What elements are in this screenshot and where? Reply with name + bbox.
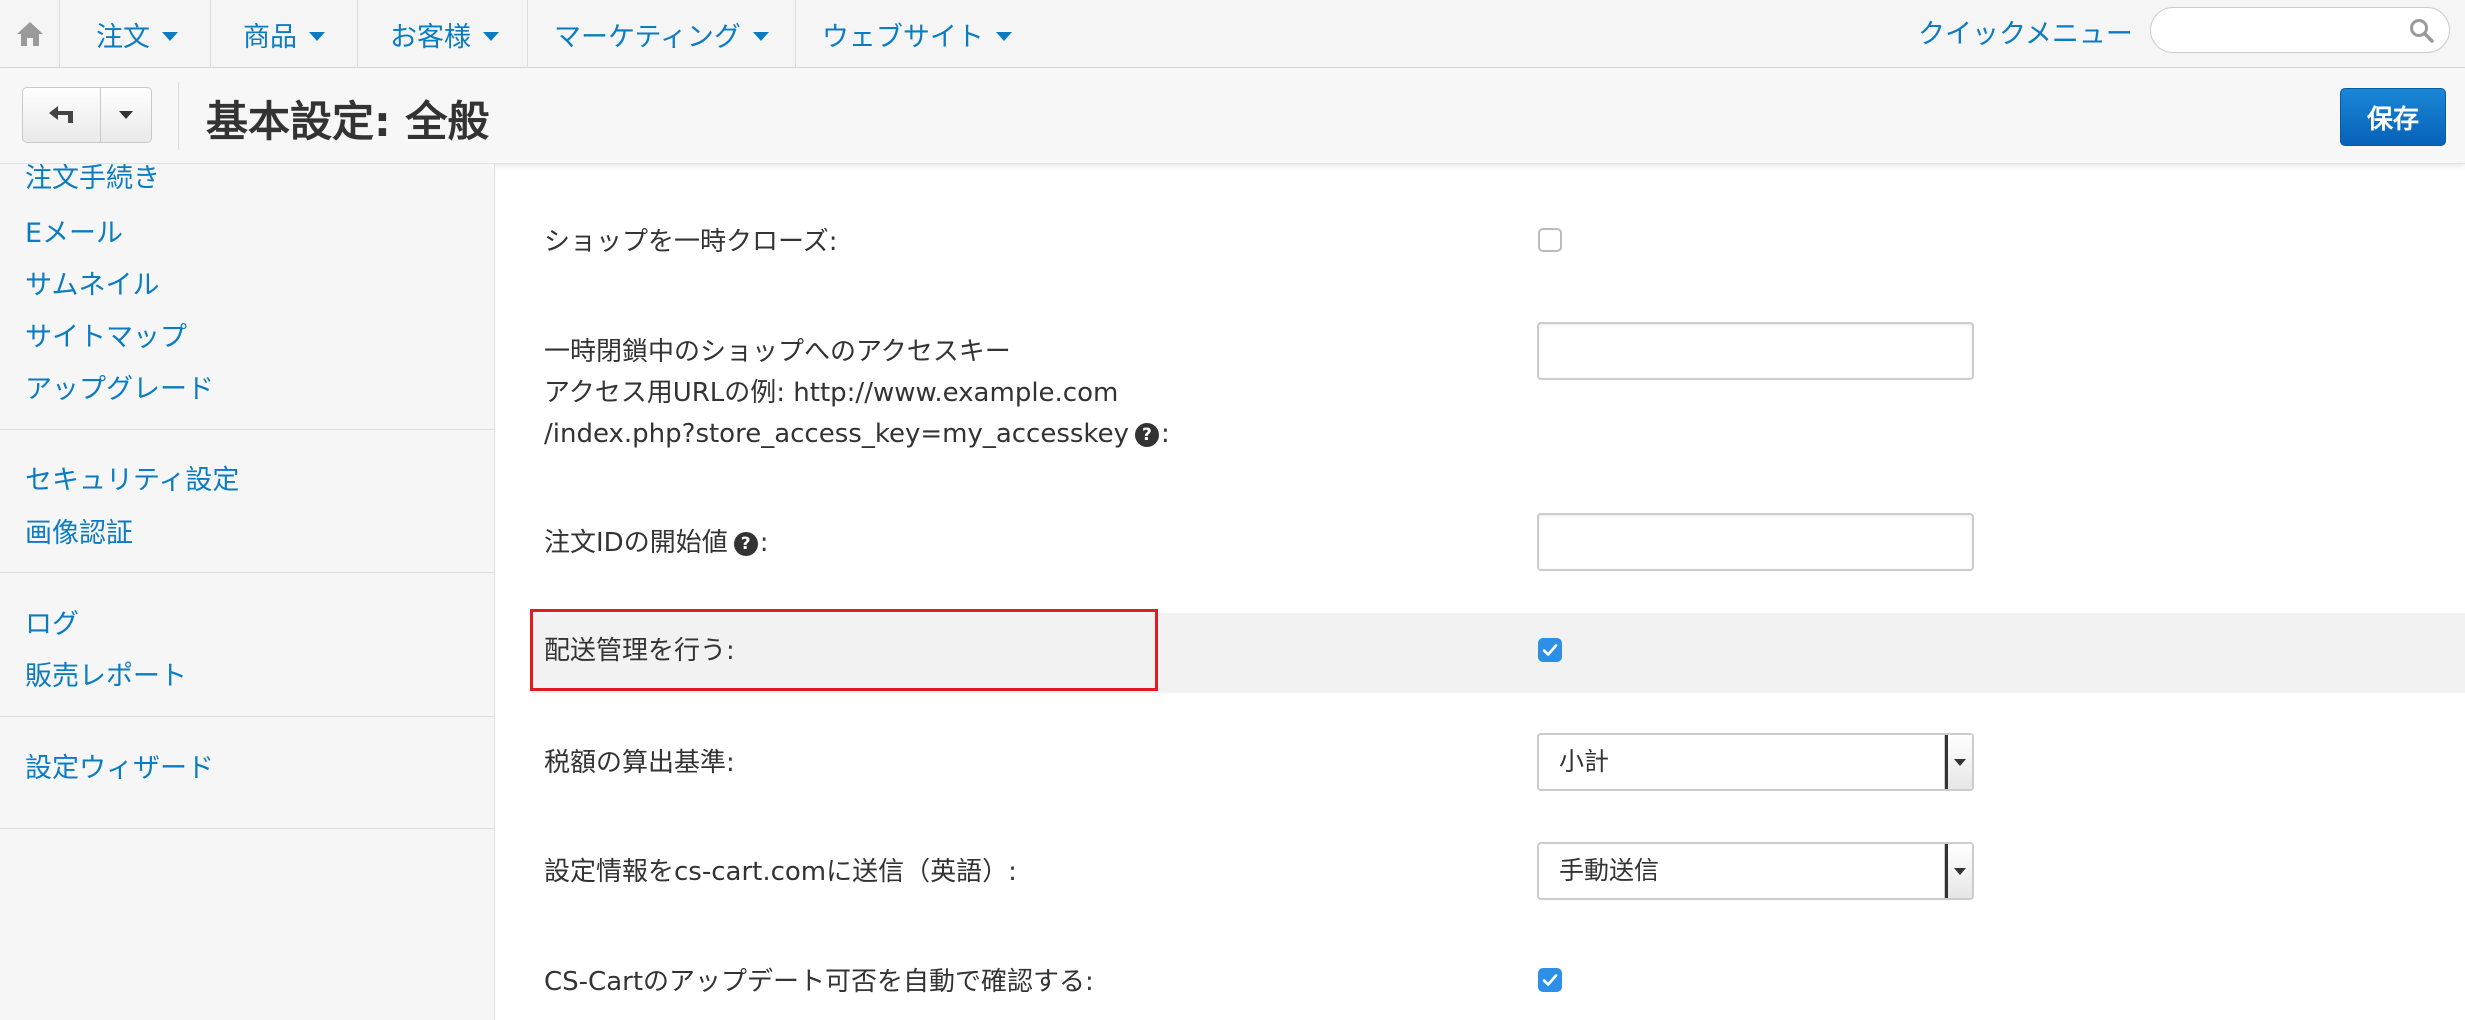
access-key-label-suffix: : — [1160, 419, 1170, 449]
access-key-label-line2: アクセス用URLの例: http://www.example.com — [544, 378, 1119, 408]
access-key-input[interactable] — [1537, 322, 1974, 380]
settings-sidebar: 注文手続き Eメール サムネイル サイトマップ アップグレード セキュリティ設定… — [0, 164, 495, 1020]
save-button[interactable]: 保存 — [2340, 88, 2446, 146]
page-title: 基本設定: 全般 — [206, 97, 490, 146]
shipping-label: 配送管理を行う: — [544, 636, 735, 666]
caret-down-icon — [1954, 759, 1966, 766]
sidebar-item-upgrade[interactable]: アップグレード — [25, 367, 214, 406]
nav-products[interactable]: 商品 — [211, 0, 358, 68]
select-arrow — [1944, 844, 1972, 898]
help-icon[interactable]: ? — [1134, 422, 1159, 447]
search-input[interactable] — [2167, 14, 2397, 46]
tax-basis-select[interactable]: 小計 — [1537, 733, 1974, 791]
nav-products-label: 商品 — [243, 21, 297, 53]
order-id-label-row: 注文IDの開始値?: — [544, 523, 768, 564]
sidebar-item-setup-wizard[interactable]: 設定ウィザード — [25, 746, 214, 785]
sidebar-item-captcha[interactable]: 画像認証 — [25, 511, 133, 550]
shipping-checkbox[interactable] — [1538, 638, 1562, 662]
chevron-down-icon — [162, 31, 178, 41]
nav-website-label: ウェブサイト — [821, 21, 984, 53]
auto-update-label: CS-Cartのアップデート可否を自動で確認する: — [544, 967, 1094, 997]
nav-customers-label: お客様 — [390, 21, 471, 53]
chevron-down-icon — [752, 31, 769, 41]
send-config-label: 設定情報をcs-cart.comに送信（英語）: — [544, 857, 1017, 887]
close-shop-checkbox[interactable] — [1538, 228, 1562, 252]
home-icon — [16, 22, 43, 46]
access-key-label-line3-row: /index.php?store_access_key=my_accesskey… — [544, 414, 1170, 455]
nav-orders[interactable]: 注文 — [60, 0, 211, 68]
checkmark-icon — [1542, 974, 1558, 986]
sidebar-item-sitemap[interactable]: サイトマップ — [25, 315, 187, 354]
send-config-value: 手動送信 — [1559, 856, 1660, 885]
access-key-label-line1: 一時閉鎖中のショップへのアクセスキー — [544, 337, 1011, 367]
help-icon[interactable]: ? — [733, 531, 758, 556]
header-divider — [178, 82, 179, 150]
back-arrow-icon — [48, 106, 73, 123]
settings-form: ショップを一時クローズ: 一時閉鎖中のショップへのアクセスキー アクセス用URL… — [496, 164, 2465, 1020]
top-navigation: 注文 商品 お客様 マーケティング ウェブサイト クイックメニュー — [0, 0, 2465, 68]
send-config-select[interactable]: 手動送信 — [1537, 842, 1974, 900]
nav-marketing[interactable]: マーケティング — [528, 0, 796, 68]
order-id-label-suffix: : — [759, 528, 769, 558]
sidebar-divider — [0, 429, 494, 430]
back-dropdown-toggle[interactable] — [101, 88, 151, 142]
tax-basis-label: 税額の算出基準: — [544, 748, 735, 778]
sidebar-item-thumbnails[interactable]: サムネイル — [25, 263, 159, 302]
caret-down-icon — [1954, 868, 1966, 875]
nav-marketing-label: マーケティング — [554, 21, 741, 53]
order-id-label: 注文IDの開始値 — [544, 528, 728, 558]
sidebar-divider — [0, 716, 494, 717]
nav-customers[interactable]: お客様 — [358, 0, 528, 68]
sidebar-item-logs[interactable]: ログ — [25, 602, 79, 641]
sidebar-item-email[interactable]: Eメール — [25, 211, 123, 250]
page-header: 基本設定: 全般 保存 — [0, 68, 2465, 164]
sidebar-divider — [0, 828, 494, 829]
back-button-group — [22, 87, 152, 143]
quick-menu-link[interactable]: クイックメニュー — [1918, 0, 2133, 62]
search-box — [2150, 7, 2450, 53]
caret-down-icon — [119, 111, 133, 119]
chevron-down-icon — [309, 31, 325, 41]
checkmark-icon — [1542, 644, 1558, 656]
access-key-label-line3: /index.php?store_access_key=my_accesskey — [544, 419, 1129, 449]
main-menu: 注文 商品 お客様 マーケティング ウェブサイト — [60, 0, 1038, 68]
sidebar-item-checkout[interactable]: 注文手続き — [25, 164, 160, 195]
chevron-down-icon — [995, 31, 1012, 41]
chevron-down-icon — [483, 31, 499, 41]
sidebar-divider — [0, 572, 494, 573]
close-shop-label: ショップを一時クローズ: — [544, 227, 838, 257]
tax-basis-value: 小計 — [1559, 747, 1610, 776]
sidebar-item-security[interactable]: セキュリティ設定 — [25, 458, 239, 497]
home-button[interactable] — [0, 0, 60, 68]
order-id-start-input[interactable] — [1537, 513, 1974, 571]
search-icon[interactable] — [2409, 18, 2435, 44]
select-arrow — [1944, 735, 1972, 789]
sidebar-item-sales-reports[interactable]: 販売レポート — [25, 654, 187, 693]
back-button[interactable] — [23, 88, 101, 142]
nav-website[interactable]: ウェブサイト — [796, 0, 1038, 68]
nav-orders-label: 注文 — [96, 21, 150, 53]
auto-update-checkbox[interactable] — [1538, 968, 1562, 992]
